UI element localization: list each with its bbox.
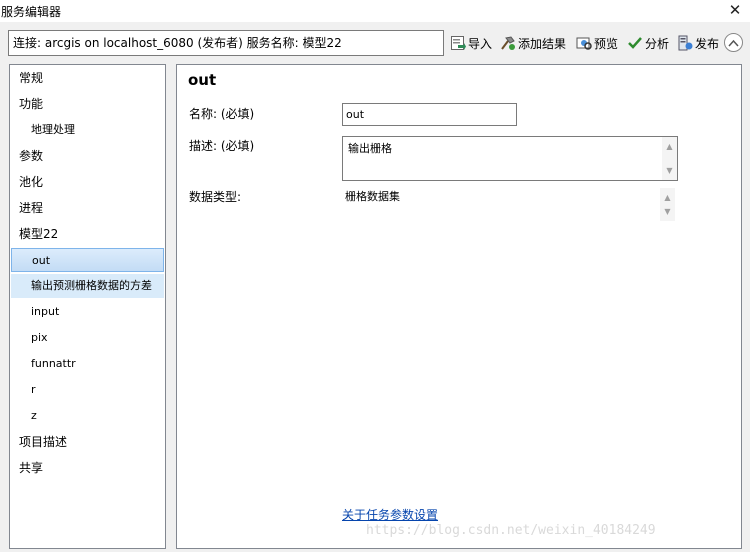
sidebar: 常规 功能 地理处理 参数 池化 进程 模型22 out 输出预测栅格数据的方差…: [9, 64, 166, 549]
toolbar: 连接: arcgis on localhost_6080 (发布者) 服务名称:…: [0, 22, 750, 62]
window-title: 服务编辑器: [1, 5, 62, 19]
import-button[interactable]: 导入: [450, 33, 492, 53]
publish-button-label: 发布: [695, 36, 720, 51]
data-type-value: 栅格数据集: [345, 190, 400, 203]
preview-button-label: 预览: [594, 36, 619, 51]
scroll-down-icon[interactable]: ▼: [662, 163, 677, 178]
sidebar-item-capabilities[interactable]: 功能: [11, 92, 164, 116]
name-input[interactable]: [342, 103, 517, 126]
sidebar-item-out[interactable]: out: [11, 248, 164, 272]
sidebar-item-geoprocessing[interactable]: 地理处理: [11, 118, 164, 142]
analyze-button[interactable]: 分析: [627, 33, 669, 53]
sidebar-item-item-description[interactable]: 项目描述: [11, 430, 164, 454]
description-label: 描述: (必填): [189, 139, 255, 153]
sidebar-item-processes[interactable]: 进程: [11, 196, 164, 220]
sidebar-item-sharing[interactable]: 共享: [11, 456, 164, 480]
sidebar-item-r[interactable]: r: [11, 378, 164, 402]
sidebar-item-input[interactable]: input: [11, 300, 164, 324]
connection-info-field: 连接: arcgis on localhost_6080 (发布者) 服务名称:…: [8, 30, 444, 56]
sidebar-item-general[interactable]: 常规: [11, 66, 164, 90]
sidebar-item-pooling[interactable]: 池化: [11, 170, 164, 194]
analyze-button-label: 分析: [645, 36, 670, 51]
publish-button[interactable]: 发布: [677, 33, 719, 53]
page-title: out: [188, 71, 217, 89]
chevron-up-icon: [728, 39, 739, 47]
collapse-button[interactable]: [724, 33, 743, 52]
preview-icon: [576, 37, 592, 50]
analyze-checkmark-icon: [628, 37, 642, 49]
sidebar-item-z[interactable]: z: [11, 404, 164, 428]
publish-icon: [678, 35, 693, 51]
preview-button[interactable]: 预览: [576, 33, 618, 53]
description-scrollbar[interactable]: ▲ ▼: [662, 137, 677, 180]
sidebar-item-pix[interactable]: pix: [11, 326, 164, 350]
add-result-button-label: 添加结果: [518, 36, 567, 51]
close-icon[interactable]: ✕: [726, 1, 744, 19]
sidebar-item-variance-output[interactable]: 输出预测栅格数据的方差: [11, 274, 164, 298]
add-result-button[interactable]: 添加结果: [500, 33, 566, 53]
title-bar: 服务编辑器 ✕: [0, 0, 750, 22]
add-result-icon: [501, 36, 515, 50]
sidebar-item-model22[interactable]: 模型22: [11, 222, 164, 246]
data-type-scrollbar[interactable]: ▲ ▼: [660, 188, 675, 221]
scroll-up-icon[interactable]: ▲: [660, 190, 675, 205]
scroll-down-icon[interactable]: ▼: [660, 204, 675, 219]
watermark: https://blog.csdn.net/weixin_40184249: [366, 523, 656, 538]
import-icon: [451, 36, 466, 50]
description-text: 输出栅格: [348, 142, 392, 155]
scroll-up-icon[interactable]: ▲: [662, 139, 677, 154]
data-type-label: 数据类型:: [189, 190, 242, 204]
import-button-label: 导入: [468, 36, 493, 51]
description-field[interactable]: 输出栅格 ▲ ▼: [342, 136, 678, 181]
sidebar-item-parameters[interactable]: 参数: [11, 144, 164, 168]
sidebar-item-funnattr[interactable]: funnattr: [11, 352, 164, 376]
name-label: 名称: (必填): [189, 107, 255, 121]
parameter-panel: out 名称: (必填) 描述: (必填) 输出栅格 ▲ ▼ 数据类型: 栅格数…: [176, 64, 742, 549]
task-parameter-help-link[interactable]: 关于任务参数设置: [342, 506, 438, 523]
